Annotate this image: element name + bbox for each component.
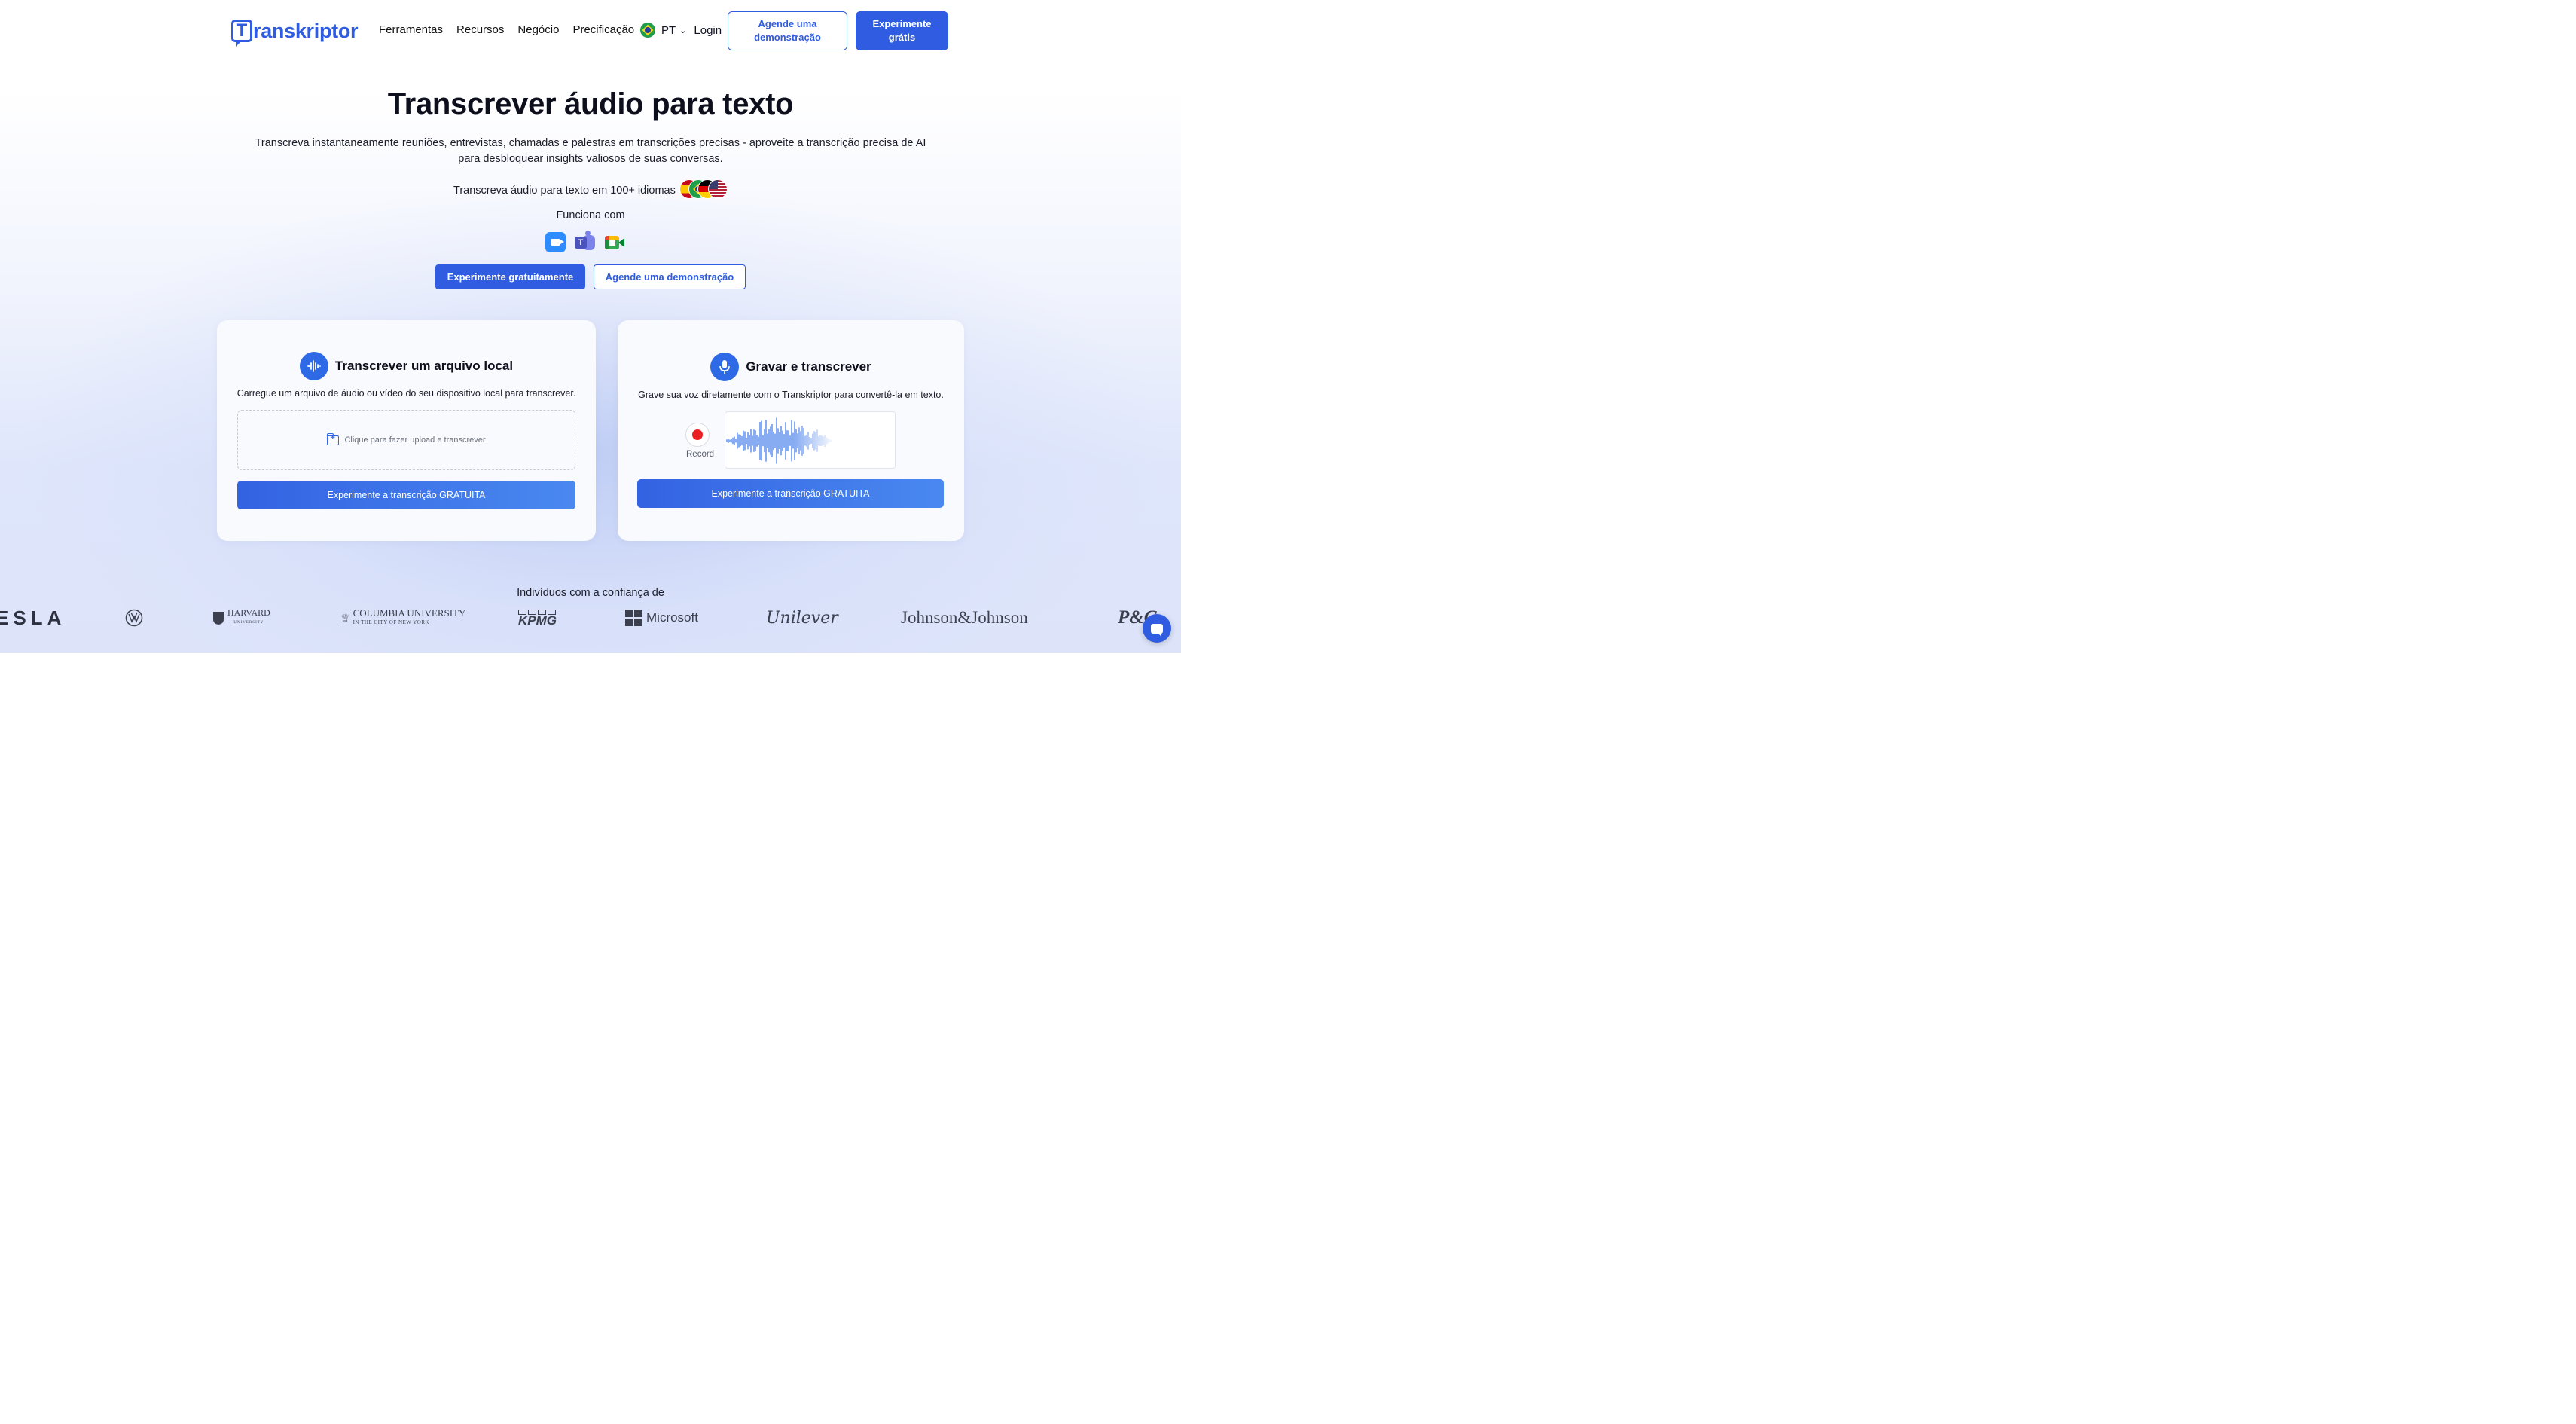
record-card-header: Gravar e transcrever (618, 353, 964, 381)
record-card-title: Gravar e transcrever (746, 359, 871, 374)
record-button[interactable] (684, 423, 711, 447)
waveform-graphic (726, 417, 832, 464)
unilever-logo: Unilever (766, 608, 838, 628)
upload-free-transcription-button[interactable]: Experimente a transcrição GRATUITA (237, 481, 575, 509)
logo-letter: T (236, 20, 248, 41)
columbia-logo: ♕ COLUMBIA UNIVERSITY IN THE CITY OF NEW … (340, 607, 466, 625)
hero-subtitle: Transcreva instantaneamente reuniões, en… (255, 137, 926, 165)
google-meet-icon (604, 232, 624, 252)
schedule-demo-button[interactable]: Agende uma demonstração (728, 11, 847, 50)
folder-plus-icon (326, 432, 340, 445)
try-free-cta-button[interactable]: Experimente gratuitamente (435, 264, 585, 289)
dropzone-text: Clique para fazer upload e transcrever (344, 435, 486, 445)
teams-icon: T (575, 231, 595, 252)
microphone-icon (710, 353, 740, 381)
customer-logos: ESLA HARVARD UNIVERSITY ♕ COLUMBIA UNIVER… (0, 603, 1181, 633)
try-free-button[interactable]: Experimente grátis (856, 11, 948, 50)
johnson-johnson-logo: Johnson&Johnson (901, 608, 1028, 627)
language-flags (679, 179, 732, 200)
upload-card-title: Transcrever um arquivo local (334, 359, 514, 373)
languages-line: Transcreva áudio para texto em 100+ idio… (453, 185, 676, 197)
volkswagen-logo (125, 603, 143, 633)
login-link[interactable]: Login (694, 24, 722, 37)
page-title: Transcrever áudio para texto (387, 87, 794, 121)
integration-icons: T (545, 231, 624, 252)
language-code: PT (661, 23, 676, 37)
upload-dropzone[interactable]: Clique para fazer upload e transcrever (237, 410, 575, 470)
upload-card-header: Transcrever um arquivo local (217, 352, 596, 380)
upload-card: Transcrever um arquivo local Carregue um… (217, 320, 596, 541)
nav-link-recursos[interactable]: Recursos (456, 23, 504, 36)
nav-links: Ferramentas Recursos Negócio Precificaçã… (379, 23, 648, 36)
harvard-logo: HARVARD UNIVERSITY (212, 603, 270, 633)
language-selector[interactable]: PT ⌄ Login (640, 23, 722, 38)
trusted-by-heading: Indivíduos com a confiança de (517, 587, 664, 599)
microsoft-logo: Microsoft (625, 603, 698, 633)
hero-cta-row: Experimente gratuitamente Agende uma dem… (435, 264, 746, 289)
zoom-icon (545, 232, 566, 252)
nav-link-negocio[interactable]: Negócio (517, 23, 559, 36)
record-button-circle[interactable] (685, 423, 710, 447)
record-card-description: Grave sua voz diretamente com o Transkri… (638, 390, 944, 400)
logo-text: ranskriptor (253, 19, 359, 42)
logo-mark-icon: T (231, 20, 252, 47)
kpmg-logo: KPMG (518, 603, 557, 633)
record-dot-icon (692, 429, 703, 440)
chevron-down-icon: ⌄ (679, 26, 687, 35)
chat-widget-button[interactable] (1143, 614, 1171, 643)
audio-wave-icon (299, 352, 328, 380)
upload-card-description: Carregue um arquivo de áudio ou vídeo do… (237, 388, 576, 399)
nav-link-ferramentas[interactable]: Ferramentas (379, 23, 443, 36)
usa-flag-icon (708, 179, 728, 199)
nav-link-precificacao[interactable]: Precificação (572, 23, 634, 36)
chat-bubble-icon (1151, 623, 1163, 637)
tesla-logo: ESLA (0, 606, 66, 629)
waveform-display (725, 411, 896, 469)
transkriptor-logo[interactable]: T ranskriptor (231, 17, 359, 47)
works-with-label: Funciona com (556, 209, 625, 222)
record-free-transcription-button[interactable]: Experimente a transcrição GRATUITA (637, 479, 944, 508)
record-label: Record (686, 450, 715, 459)
record-card: Gravar e transcrever Grave sua voz diret… (618, 320, 964, 541)
top-navbar: T ranskriptor Ferramentas Recursos Negóc… (0, 0, 1181, 62)
schedule-demo-cta-button[interactable]: Agende uma demonstração (594, 264, 746, 289)
brazil-flag-icon (640, 23, 655, 38)
